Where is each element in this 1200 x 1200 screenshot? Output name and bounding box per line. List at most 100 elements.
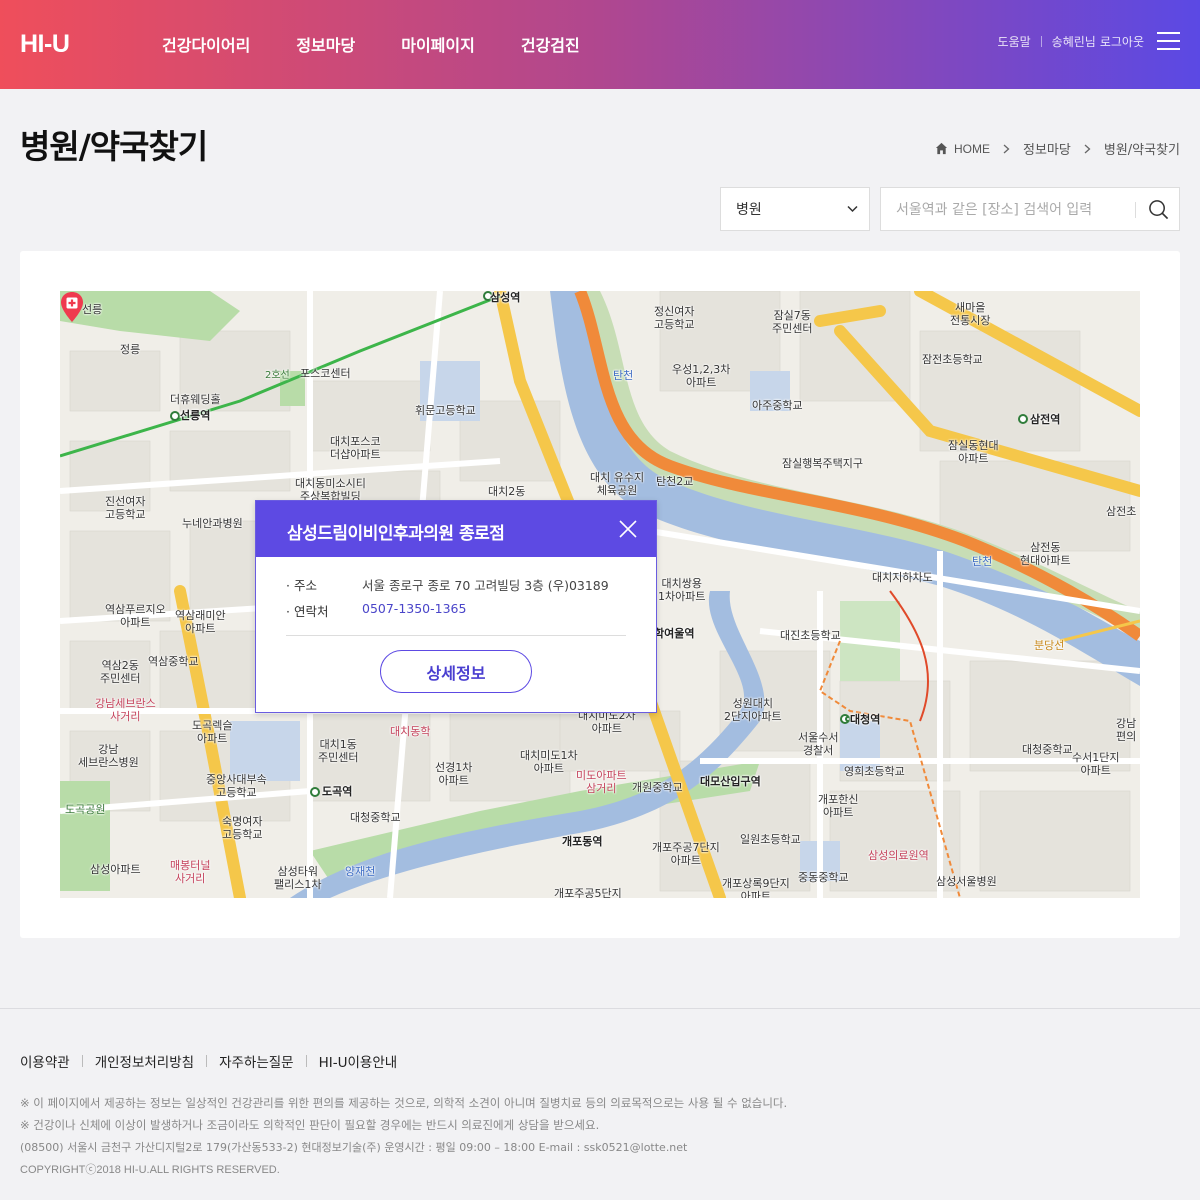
help-link[interactable]: 도움말 [998, 33, 1031, 50]
search-divider [1135, 202, 1136, 218]
map-label: 강남 편의 [1116, 717, 1137, 743]
top-header: HI-U 건강다이어리 정보마당 마이페이지 건강검진 도움말 송혜린님 로그아… [0, 0, 1200, 89]
map-label: 중동중학교 [798, 871, 849, 884]
map-label: 휘문고등학교 [415, 404, 476, 417]
footer: 이용약관 개인정보처리방침 자주하는질문 HI-U이용안내 ※ 이 페이지에서 … [0, 1008, 1200, 1200]
nav-checkup[interactable]: 건강검진 [521, 32, 580, 56]
map-label: 대치쌍용 1차아파트 [658, 577, 706, 603]
map-label: 대진초등학교 [780, 629, 841, 642]
map-label: 선릉역 [180, 409, 211, 422]
popup-tel-row: · 연락처 0507-1350-1365 [286, 601, 466, 620]
map-label: 잠실동현대 아파트 [948, 439, 999, 465]
map-label: 대치 유수지 체육공원 [590, 471, 645, 497]
footer-notice-1: ※ 이 페이지에서 제공하는 정보는 일상적인 건강관리를 위한 편의를 제공하… [20, 1096, 788, 1110]
map-label: 잠전초등학교 [922, 353, 983, 366]
map-label: 도곡공원 [65, 803, 106, 816]
detail-button[interactable]: 상세정보 [380, 650, 532, 693]
breadcrumb-current: 병원/약국찾기 [1103, 143, 1180, 158]
map-label: 성원대치 2단지아파트 [724, 697, 782, 723]
footer-faq-link[interactable]: 자주하는질문 [219, 1051, 294, 1071]
category-select[interactable]: 병원 [720, 187, 870, 231]
close-icon[interactable] [618, 519, 638, 539]
map-label: 대모산입구역 [700, 775, 761, 788]
map-label: 탄천 [613, 369, 634, 382]
footer-privacy-link[interactable]: 개인정보처리방침 [95, 1051, 194, 1071]
footer-divider [305, 1055, 307, 1067]
map-label: 도곡렉슬 아파트 [192, 719, 233, 745]
map-label: 서울수서 경찰서 [798, 731, 839, 757]
map-label: 미도아파트 삼거리 [576, 769, 627, 795]
footer-address: (08500) 서울시 금천구 가산디지털2로 179(가산동533-2) 현대… [20, 1141, 688, 1154]
map-label: 양재천 [345, 865, 376, 878]
footer-links: 이용약관 개인정보처리방침 자주하는질문 HI-U이용안내 [20, 1051, 397, 1071]
map-label: 대치포스코 더샵아파트 [330, 435, 381, 461]
map-label: 더휴웨딩홀 [170, 393, 221, 406]
breadcrumb: HOME 정보마당 병원/약국찾기 [935, 139, 1180, 158]
map-label: 삼성타워 팰리스1차 [274, 865, 322, 891]
tel-value[interactable]: 0507-1350-1365 [362, 601, 466, 620]
map-label: 개포상록9단지 아파트 [722, 877, 790, 898]
map-marker-icon[interactable] [60, 291, 84, 323]
logo[interactable]: HI-U [20, 30, 70, 59]
map-label: 개포주공7단지 아파트 [652, 841, 720, 867]
map-label: 분당선 [1034, 639, 1065, 652]
map-label: 우성1,2,3차 아파트 [672, 363, 731, 389]
map-label: 정신여자 고등학교 [654, 305, 695, 331]
map-label: 정릉 [120, 343, 141, 356]
map-label: 대청중학교 [1022, 743, 1073, 756]
map-label: 잠실7동 주민센터 [772, 309, 813, 335]
category-select-value: 병원 [736, 202, 762, 218]
map-label: 영희초등학교 [844, 765, 905, 778]
map-label: 삼성의료원역 [868, 849, 929, 862]
map-label: 선릉 [82, 303, 103, 316]
menu-icon[interactable] [1157, 32, 1180, 50]
util-divider [1040, 35, 1042, 47]
map-label: 탄천 [972, 555, 993, 568]
footer-divider [206, 1055, 208, 1067]
map-label: 2호선 [265, 370, 290, 381]
popup-divider [286, 635, 626, 636]
util-menu: 도움말 송혜린님 로그아웃 [998, 32, 1180, 50]
map-label: 역삼래미안 아파트 [175, 609, 226, 635]
map-label: 도곡역 [322, 785, 353, 798]
home-icon[interactable] [935, 142, 948, 155]
map-label: 숙명여자 고등학교 [222, 815, 263, 841]
map-label: 역삼푸르지오 아파트 [105, 603, 166, 629]
map-label: 진선여자 고등학교 [105, 495, 146, 521]
map-label: 개원중학교 [632, 781, 683, 794]
map-label: 잠실행복주택지구 [782, 457, 863, 470]
map-label: 대치미도1차 아파트 [520, 749, 578, 775]
logout-link[interactable]: 로그아웃 [1100, 33, 1144, 50]
breadcrumb-info[interactable]: 정보마당 [1023, 139, 1071, 158]
map-label: 매봉터널 사거리 [170, 859, 211, 885]
nav-mypage[interactable]: 마이페이지 [401, 32, 475, 56]
hospital-info-popup: 삼성드림이비인후과의원 종로점 · 주소 서울 종로구 종로 70 고려빌딩 3… [255, 500, 657, 713]
map-label: 삼전동 현대아파트 [1020, 541, 1071, 567]
footer-divider [81, 1055, 83, 1067]
nav-info[interactable]: 정보마당 [296, 32, 355, 56]
address-label: · 주소 [286, 578, 317, 593]
map-label: 강남세브란스 사거리 [95, 697, 156, 723]
map-label: 탄천2교 [656, 475, 694, 488]
map-label: 대치2동 [488, 485, 526, 498]
map-label: 개포한신 아파트 [818, 793, 859, 819]
main-nav: 건강다이어리 정보마당 마이페이지 건강검진 [162, 32, 626, 56]
page-title: 병원/약국찾기 [20, 127, 208, 166]
user-name: 송혜린님 [1051, 34, 1096, 49]
popup-title: 삼성드림이비인후과의원 종로점 [287, 524, 505, 544]
map-label: 대치지하차도 [872, 571, 933, 584]
chevron-right-icon [1003, 144, 1010, 153]
map-label: 삼성아파트 [90, 863, 141, 876]
footer-guide-link[interactable]: HI-U이용안내 [319, 1051, 398, 1071]
nav-health-diary[interactable]: 건강다이어리 [162, 32, 250, 56]
footer-copyright: COPYRIGHTⓒ2018 HI-U.ALL RIGHTS RESERVED. [20, 1164, 280, 1176]
search-input[interactable] [896, 200, 1134, 220]
map-label: 역삼2동 주민센터 [100, 659, 141, 685]
chevron-right-icon [1084, 144, 1091, 153]
search-icon[interactable] [1148, 199, 1169, 220]
map-label: 새마을 전통시장 [950, 301, 991, 327]
footer-terms-link[interactable]: 이용약관 [20, 1051, 70, 1071]
map-label: 대치1동 주민센터 [318, 738, 359, 764]
breadcrumb-home[interactable]: HOME [954, 142, 990, 156]
map-label: 역삼중학교 [148, 655, 199, 668]
